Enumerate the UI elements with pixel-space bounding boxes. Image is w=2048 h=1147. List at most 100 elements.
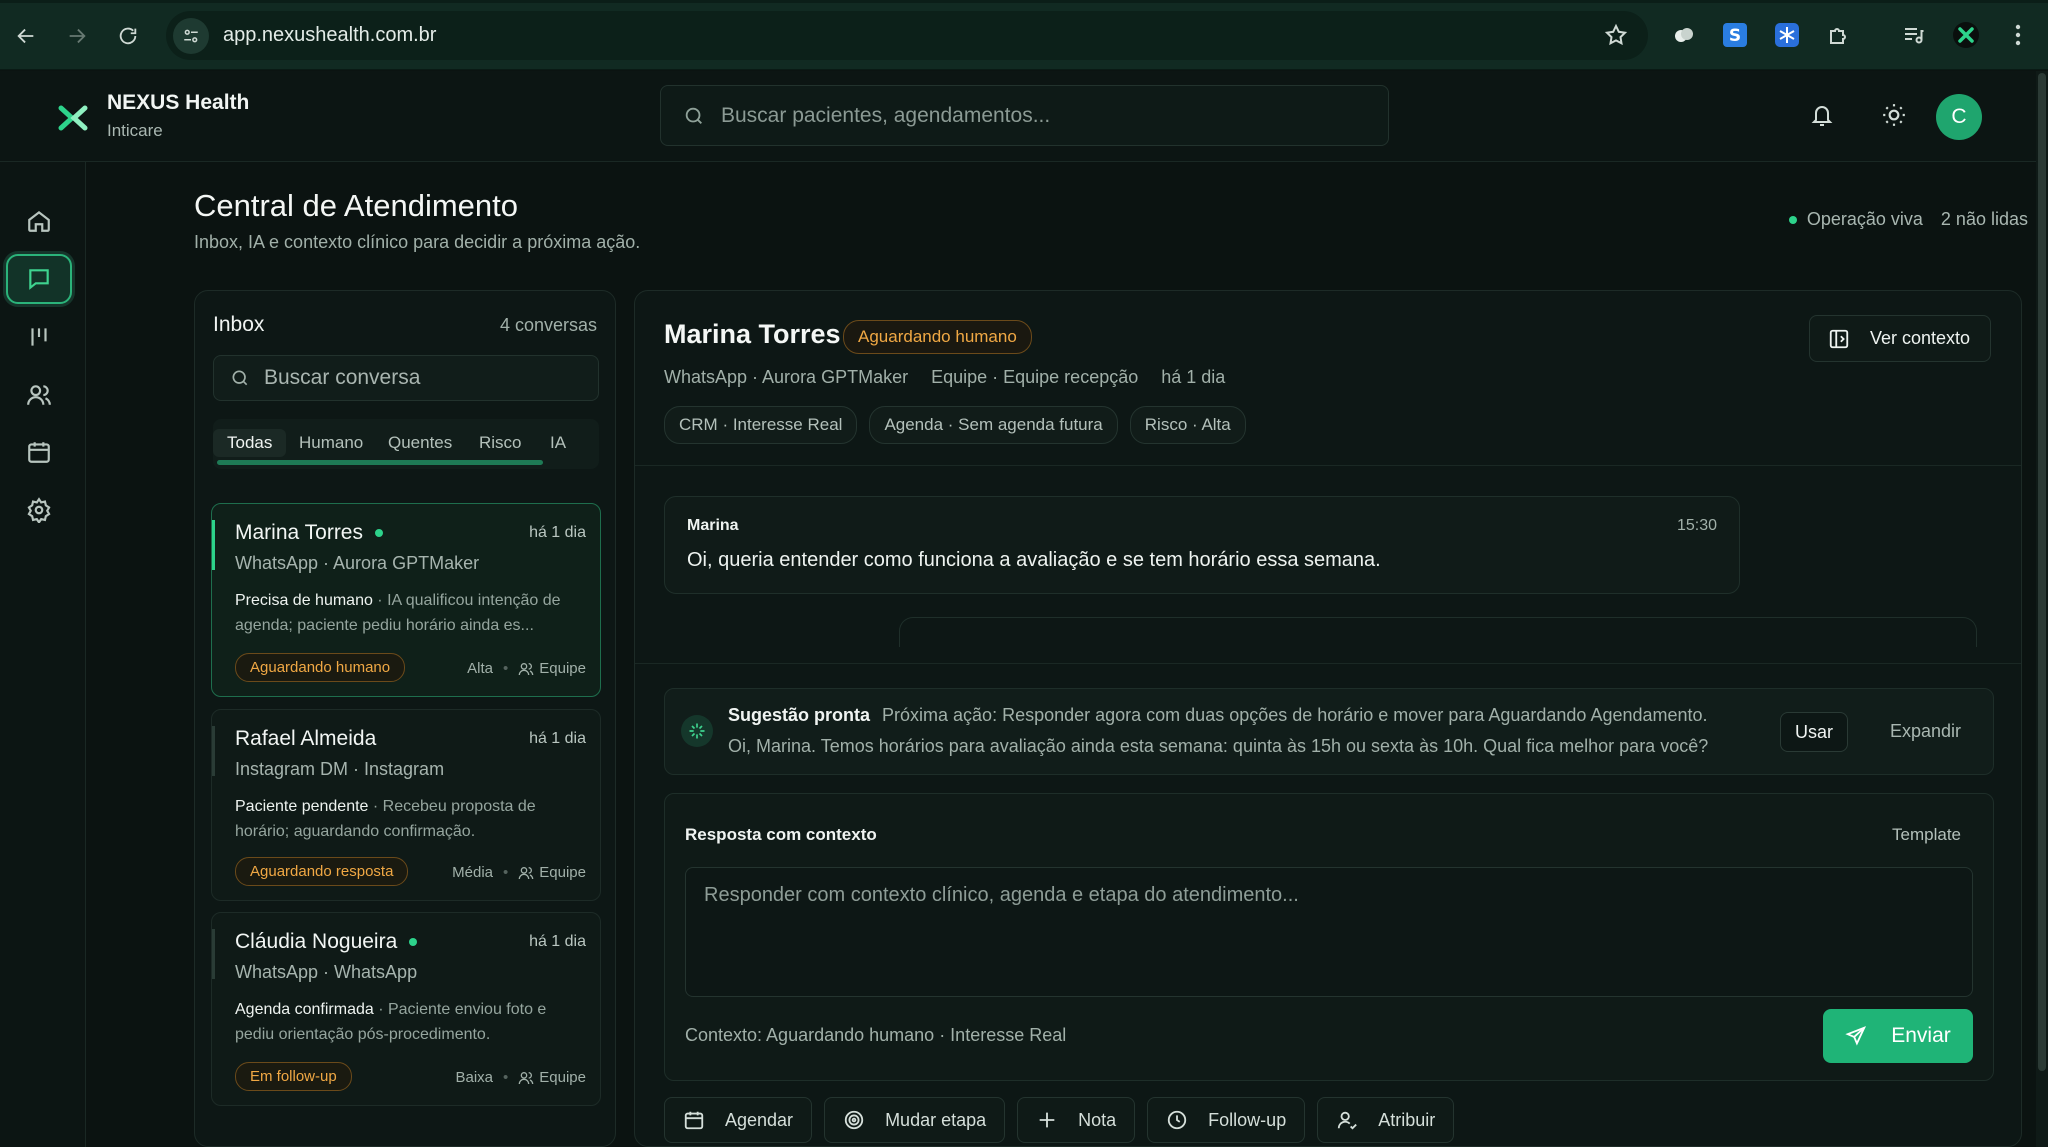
change-stage-button[interactable]: Mudar etapa [824,1097,1006,1143]
plus-icon [1036,1109,1058,1131]
inbox-search[interactable] [213,355,599,401]
back-icon[interactable] [12,22,40,50]
inbox-panel: Inbox 4 conversas Todas Humano Quentes R… [194,290,616,1147]
chip-crm: CRM · Interesse Real [664,406,858,444]
message-bubble: Marina 15:30 Oi, queria entender como fu… [664,496,1740,594]
composer-context: Contexto: Aguardando humano · Interesse … [685,1025,1067,1045]
browser-menu-icon[interactable] [2004,21,2032,49]
global-search[interactable] [660,85,1389,146]
team-icon [518,1070,534,1086]
contact-name: Marina Torres [664,319,841,349]
follow-up-button[interactable]: Follow-up [1147,1097,1306,1143]
reload-icon[interactable] [114,22,142,50]
preview-status: Agenda confirmada [235,1001,374,1018]
conversation-name: Rafael Almeida [235,727,376,751]
suggestion-headline: Sugestão pronta Próxima ação: Responder a… [728,705,1708,726]
send-label: Enviar [1891,1024,1951,1047]
users-icon [26,382,52,408]
send-button[interactable]: Enviar [1823,1009,1973,1063]
search-icon [683,105,705,127]
conversation-preview: Agenda confirmada · Paciente enviou foto… [235,997,585,1047]
suggestion-next-action: Próxima ação: Responder agora com duas o… [882,705,1708,725]
suggestion-draft: Oi, Marina. Temos horários para avaliaçã… [728,736,1709,756]
message-time: 15:30 [1676,517,1717,534]
live-status-text: Operação viva [1806,209,1923,229]
filter-tab-humano[interactable]: Humano [285,429,377,457]
site-settings-icon[interactable] [173,17,209,54]
schedule-label: Agendar [725,1109,794,1130]
note-button[interactable]: Nota [1017,1097,1136,1143]
live-dot-icon [1788,215,1797,224]
conversation-panel: Marina Torres Aguardando humano Ver cont… [634,290,2022,1147]
extension-s-icon[interactable]: S [1721,21,1749,49]
sidebar-item-home[interactable] [6,196,72,246]
page-scrollbar[interactable] [2036,71,2048,1147]
inbox-search-input[interactable] [264,366,584,390]
bookmark-star-icon[interactable] [1604,23,1628,47]
view-context-label: Ver contexto [1870,328,1971,348]
conversation-item[interactable]: Marina Torres há 1 dia WhatsApp · Aurora… [211,503,601,697]
contact-time: há 1 dia [1161,367,1226,387]
ai-suggestion: Sugestão pronta Próxima ação: Responder a… [664,688,1994,775]
view-context-button[interactable]: Ver contexto [1809,315,1991,362]
filter-tab-risco[interactable]: Risco [465,429,536,457]
sidebar-item-settings[interactable] [6,485,72,535]
address-bar[interactable]: app.nexushealth.com.br [166,11,1648,60]
sidebar-item-inbox[interactable] [6,254,72,304]
conversation-meta: Baixa • Equipe [455,1069,586,1086]
sidebar-item-patients[interactable] [6,370,72,420]
contact-channel: WhatsApp · Aurora GPTMaker [664,367,909,387]
svg-text:S: S [1729,26,1741,46]
expand-suggestion-button[interactable]: Expandir [1890,721,1961,742]
quick-actions: Agendar Mudar etapa Nota Follow-up Atrib… [664,1097,1466,1143]
priority-label: Alta [467,660,494,677]
tab-strip-edge [0,0,2048,3]
unread-count[interactable]: 2 não lidas [1941,209,2028,230]
team-label: Equipe [539,1069,586,1086]
reply-textarea[interactable] [685,867,1973,997]
extensions-puzzle-icon[interactable] [1825,21,1853,49]
online-dot-icon [409,938,418,946]
use-suggestion-button[interactable]: Usar [1780,712,1848,752]
message-text: Oi, queria entender como funciona a aval… [687,549,1381,571]
assign-label: Atribuir [1378,1109,1436,1130]
panel-toggle-icon [1828,328,1850,350]
brand-name: NEXUS Health [107,91,250,114]
conversation-indicator [212,726,215,776]
chip-risk: Risco · Alta [1129,406,1246,444]
settings-icon [26,497,52,523]
extension-cloud-icon[interactable] [1670,21,1698,49]
assign-button[interactable]: Atribuir [1317,1097,1455,1143]
notifications-bell-icon[interactable] [1810,102,1834,128]
meta-separator: • [503,660,509,677]
scrollbar-thumb[interactable] [2038,73,2046,1071]
schedule-button[interactable]: Agendar [664,1097,813,1143]
forward-icon[interactable] [63,22,91,50]
conversation-item[interactable]: Cláudia Nogueira há 1 dia WhatsApp · Wha… [211,912,601,1106]
filter-scrollbar[interactable] [217,460,543,465]
send-icon [1845,1025,1867,1047]
brand-subtitle: Inticare [107,121,163,140]
inbox-title: Inbox [213,313,265,336]
media-controls-icon[interactable] [1900,21,1928,49]
theme-sun-icon[interactable] [1881,102,1907,128]
conversation-item[interactable]: Rafael Almeida há 1 dia Instagram DM · I… [211,709,601,901]
url-text[interactable]: app.nexushealth.com.br [223,24,436,47]
meta-separator: • [503,864,509,881]
template-button[interactable]: Template [1892,825,1961,845]
user-avatar[interactable]: C [1936,94,1982,140]
sidebar-item-calendar[interactable] [6,427,72,477]
page-subtitle: Inbox, IA e contexto clínico para decidi… [194,232,641,252]
filter-tab-ia[interactable]: IA [536,429,580,457]
extension-snowflake-icon[interactable] [1773,21,1801,49]
meta-separator: • [503,1069,509,1086]
conversation-time: há 1 dia [529,730,586,747]
global-search-input[interactable] [721,103,1361,128]
filter-tab-todas[interactable]: Todas [213,429,287,457]
filter-tab-quentes[interactable]: Quentes [374,429,466,457]
nexus-logo-icon[interactable] [58,105,88,131]
status-badge: Aguardando humano [843,320,1032,354]
live-status: Operação viva 2 não lidas [1788,209,2028,230]
profile-logo-icon[interactable] [1952,21,1980,49]
sidebar-item-pipeline[interactable] [6,312,72,362]
